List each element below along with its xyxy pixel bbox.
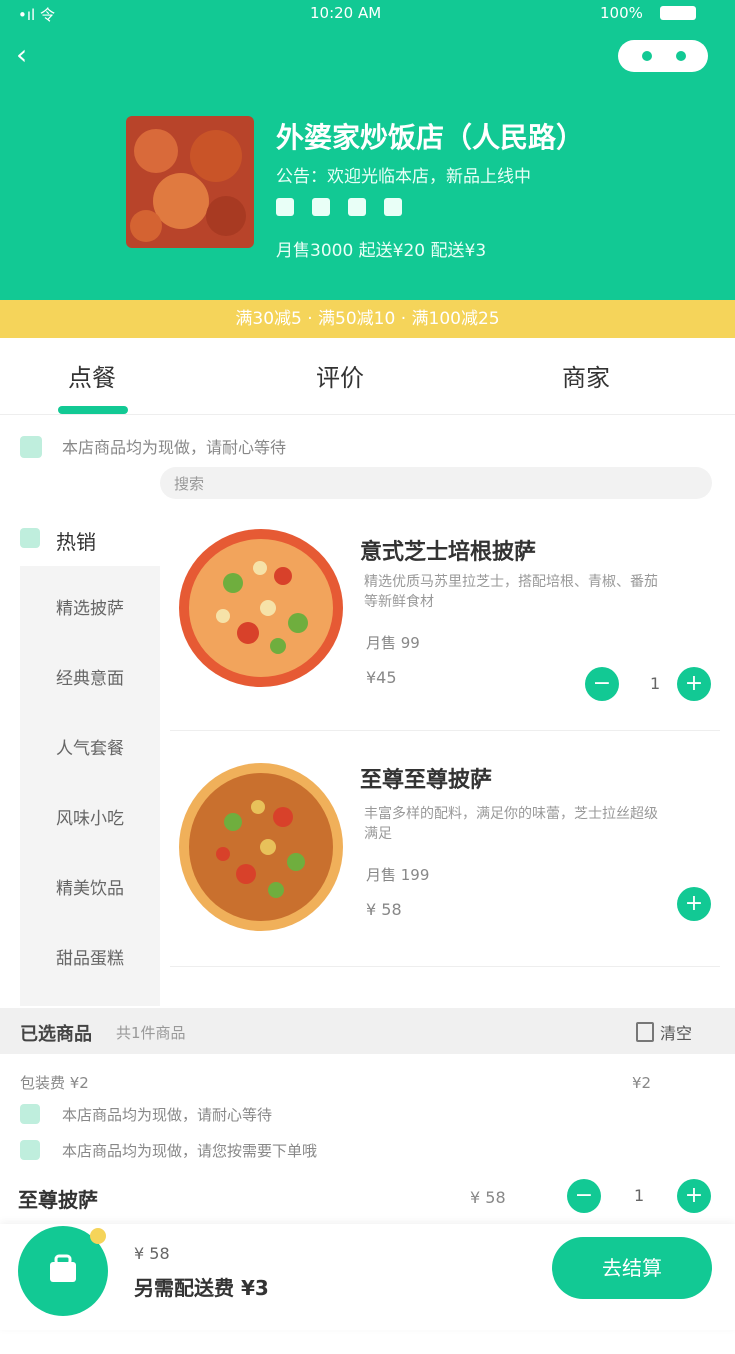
product-name[interactable]: 意式芝士培根披萨 [360, 534, 536, 566]
tag-icon [312, 198, 330, 216]
battery-icon [660, 6, 696, 20]
close-icon[interactable] [676, 51, 686, 61]
status-bar: •ıl 令 10:20 AM 100% [0, 0, 735, 28]
info-icon [20, 1104, 40, 1124]
notice-text: 本店商品均为现做，请耐心等待 [62, 438, 287, 457]
product-image[interactable] [178, 762, 344, 932]
product-price: ¥ 58 [366, 900, 402, 919]
cart-badge [90, 1228, 106, 1244]
product-desc: 精选优质马苏里拉芝士，搭配培根、青椒、番茄等新鲜食材 [364, 574, 658, 610]
tab-merchant[interactable]: 商家 [562, 358, 610, 393]
category-hot-label: 热销 [56, 530, 96, 554]
shop-notice: 公告：欢迎光临本店，新品上线中 [276, 167, 531, 187]
increase-button[interactable]: + [677, 887, 711, 921]
cart-item-name: 至尊披萨 [18, 1188, 98, 1212]
divider [170, 730, 720, 731]
category-list: 精选披萨 经典意面 人气套餐 风味小吃 精美饮品 甜品蛋糕 [20, 566, 160, 1006]
tag-icon [276, 198, 294, 216]
signal-indicator: •ıl 令 [18, 6, 55, 24]
category-hot[interactable]: 热销 [18, 518, 158, 558]
product-image[interactable] [178, 528, 344, 688]
product-price: ¥45 [366, 668, 397, 687]
shop-tags [276, 198, 420, 220]
product-sales: 月售 199 [366, 866, 430, 884]
tab-reviews[interactable]: 评价 [316, 358, 364, 393]
cart-subtitle: 共1件商品 [116, 1024, 186, 1042]
category-item[interactable]: 风味小吃 [20, 784, 160, 854]
shop-logo [126, 116, 254, 248]
cart-header: 已选商品 共1件商品 清空 [0, 1008, 735, 1054]
cart-increase-button[interactable]: + [677, 1179, 711, 1213]
delivery-fee: 另需配送费 ¥3 [134, 1276, 269, 1300]
tab-bar: 点餐 评价 商家 [0, 340, 735, 415]
battery-text: 100% [600, 4, 643, 22]
divider [170, 966, 720, 967]
cart-note-value: ¥2 [632, 1074, 652, 1092]
category-item[interactable]: 人气套餐 [20, 714, 160, 784]
search-placeholder: 搜索 [174, 475, 205, 493]
shop-name: 外婆家炒饭店（人民路） [276, 121, 585, 154]
clear-cart-button[interactable]: 清空 [660, 1020, 692, 1044]
product-sales: 月售 99 [366, 634, 420, 652]
product-name[interactable]: 至尊至尊披萨 [360, 762, 492, 794]
category-item[interactable]: 甜品蛋糕 [20, 924, 160, 994]
tab-order[interactable]: 点餐 [68, 358, 116, 393]
cart-decrease-button[interactable]: − [567, 1179, 601, 1213]
status-time: 10:20 AM [310, 4, 382, 22]
category-item[interactable]: 经典意面 [20, 644, 160, 714]
cart-title: 已选商品 [20, 1024, 92, 1045]
notice-icon [20, 436, 42, 458]
shop-meta: 月售3000 起送¥20 配送¥3 [276, 241, 487, 261]
cart-item-qty: 1 [634, 1186, 645, 1205]
fire-icon [20, 528, 40, 548]
checkout-button[interactable]: 去结算 [552, 1237, 712, 1299]
trash-icon[interactable] [636, 1022, 654, 1042]
search-input[interactable]: 搜索 [160, 467, 712, 499]
category-item[interactable]: 精美饮品 [20, 854, 160, 924]
back-icon[interactable]: ‹ [16, 40, 52, 70]
promo-banner[interactable]: 满30减5 · 满50减10 · 满100减25 [0, 300, 735, 338]
more-icon[interactable] [642, 51, 652, 61]
cart-item-price: ¥ 58 [470, 1188, 506, 1207]
tag-icon [384, 198, 402, 216]
info-icon [20, 1140, 40, 1160]
product-qty: 1 [650, 674, 661, 693]
cart-info-line: 本店商品均为现做，请耐心等待 [62, 1106, 273, 1124]
increase-button[interactable]: + [677, 667, 711, 701]
decrease-button[interactable]: − [585, 667, 619, 701]
product-desc: 丰富多样的配料，满足你的味蕾，芝士拉丝超级满足 [364, 806, 658, 842]
cart-info-line: 本店商品均为现做，请您按需要下单哦 [62, 1142, 318, 1160]
cart-panel [0, 1054, 735, 1224]
tag-icon [348, 198, 366, 216]
category-item[interactable]: 精选披萨 [20, 574, 160, 644]
total-price: ¥ 58 [134, 1244, 170, 1263]
cart-note: 包装费 ¥2 [20, 1074, 89, 1092]
active-tab-indicator [58, 406, 128, 414]
mini-program-capsule[interactable] [618, 40, 708, 72]
